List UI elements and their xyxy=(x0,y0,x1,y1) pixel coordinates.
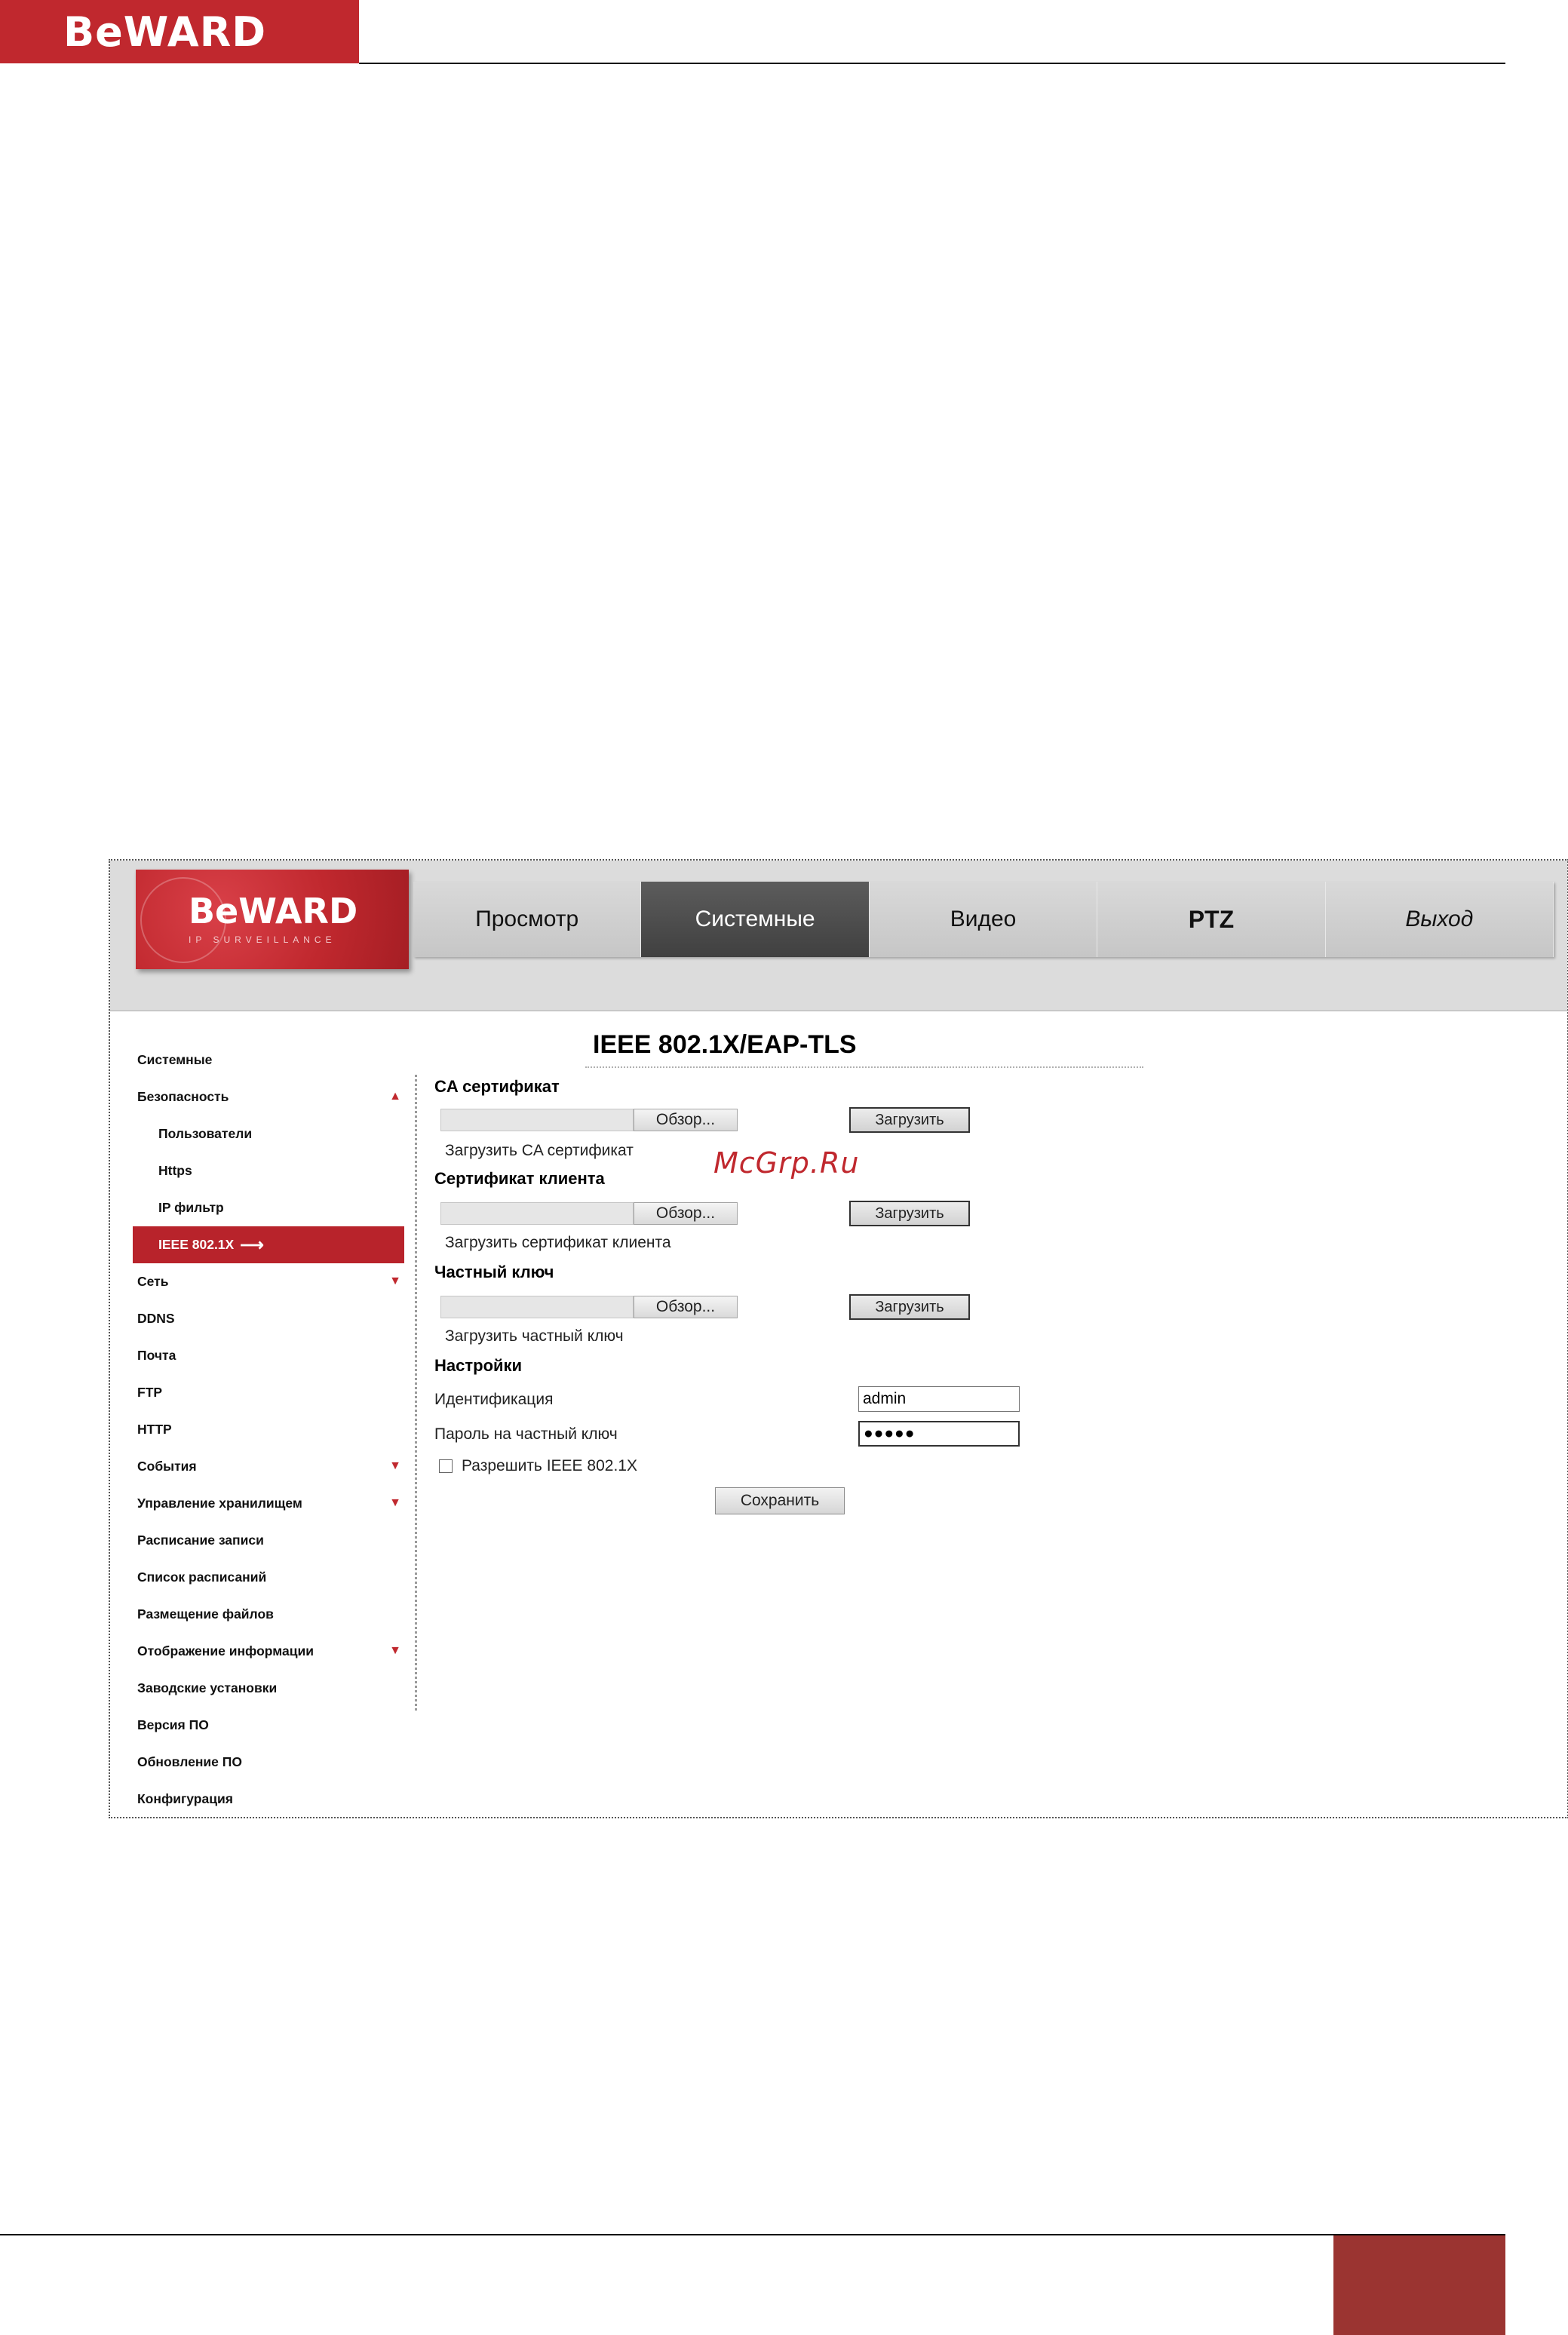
private-key-upload-button[interactable]: Загрузить xyxy=(849,1294,970,1320)
header-rule xyxy=(359,63,1505,64)
settings-label: Настройки xyxy=(434,1356,523,1375)
sidebar-item-ddns[interactable]: DDNS xyxy=(133,1300,404,1337)
footer-page-block xyxy=(1333,2235,1505,2335)
sidebar-item-label: HTTP xyxy=(137,1422,172,1437)
tab-video[interactable]: Видео xyxy=(869,882,1098,957)
sidebar-item-label: Управление хранилищем xyxy=(137,1496,302,1511)
sidebar-item-label: Https xyxy=(158,1163,192,1178)
top-bar: BeWARD IP SURVEILLANCE Просмотр Системны… xyxy=(110,861,1567,1011)
sidebar-item-label: FTP xyxy=(137,1385,163,1400)
password-label: Пароль на частный ключ xyxy=(434,1425,618,1443)
tab-ptz[interactable]: PTZ xyxy=(1097,882,1326,957)
sidebar-item-label: Список расписаний xyxy=(137,1569,267,1585)
sidebar-item-system[interactable]: Системные xyxy=(133,1042,404,1079)
sidebar-item-ftp[interactable]: FTP xyxy=(133,1374,404,1411)
tab-logout[interactable]: Выход xyxy=(1325,882,1554,957)
sidebar-item-label: DDNS xyxy=(137,1311,175,1326)
sidebar-item-label: Почта xyxy=(137,1348,176,1363)
chevron-down-icon: ▼ xyxy=(389,1644,401,1657)
sidebar-item-storage[interactable]: Управление хранилищем ▼ xyxy=(133,1485,404,1522)
password-input[interactable]: ●●●●● xyxy=(858,1421,1020,1447)
enable-ieee8021x-row[interactable]: Разрешить IEEE 802.1X xyxy=(439,1457,637,1475)
sidebar-item-label: Пользователи xyxy=(158,1126,253,1141)
sidebar-item-label: Системные xyxy=(137,1052,213,1067)
sidebar-item-label: Размещение файлов xyxy=(137,1606,274,1622)
sidebar-item-https[interactable]: Https xyxy=(133,1152,404,1189)
sidebar-item-label: События xyxy=(137,1459,197,1474)
chevron-down-icon: ▼ xyxy=(389,1496,401,1509)
sidebar-item-label: Конфигурация xyxy=(137,1791,233,1806)
sidebar-item-http[interactable]: HTTP xyxy=(133,1411,404,1448)
document-logo-text: BeWARD xyxy=(63,8,267,56)
sidebar-item-info-display[interactable]: Отображение информации ▼ xyxy=(133,1633,404,1670)
app-logo-subtitle: IP SURVEILLANCE xyxy=(189,934,336,945)
chevron-up-icon: ▲ xyxy=(389,1090,401,1103)
sidebar-item-schedule-list[interactable]: Список расписаний xyxy=(133,1559,404,1596)
sidebar-item-users[interactable]: Пользователи xyxy=(133,1115,404,1152)
ca-cert-label: CA сертификат xyxy=(434,1077,560,1096)
sidebar-item-label: Сеть xyxy=(137,1274,169,1289)
client-cert-hint: Загрузить сертификат клиента xyxy=(445,1234,671,1251)
document-logo: BeWARD xyxy=(0,0,359,63)
identity-label: Идентификация xyxy=(434,1391,554,1408)
private-key-hint: Загрузить частный ключ xyxy=(445,1327,624,1345)
sidebar-item-mail[interactable]: Почта xyxy=(133,1337,404,1374)
sidebar: Системные Безопасность ▲ Пользователи Htt… xyxy=(133,1042,404,1817)
sidebar-item-label: IP фильтр xyxy=(158,1200,224,1215)
top-navigation: Просмотр Системные Видео PTZ Выход xyxy=(413,882,1554,957)
arrow-right-icon: ⟶ xyxy=(240,1235,264,1254)
sidebar-item-security[interactable]: Безопасность ▲ xyxy=(133,1079,404,1115)
sidebar-item-label: Обновление ПО xyxy=(137,1754,242,1769)
sidebar-item-ieee8021x[interactable]: IEEE 802.1X ⟶ xyxy=(133,1226,404,1263)
identity-input[interactable]: admin xyxy=(858,1386,1020,1412)
sidebar-item-file-location[interactable]: Размещение файлов xyxy=(133,1596,404,1633)
chevron-down-icon: ▼ xyxy=(389,1275,401,1287)
enable-ieee8021x-checkbox[interactable] xyxy=(439,1459,453,1473)
camera-web-ui: BeWARD IP SURVEILLANCE Просмотр Системны… xyxy=(109,859,1568,1818)
tab-system[interactable]: Системные xyxy=(641,882,870,957)
sidebar-item-label: Версия ПО xyxy=(137,1717,209,1732)
sidebar-divider xyxy=(415,1075,417,1711)
watermark: McGrp.Ru xyxy=(713,1146,860,1180)
sidebar-item-ip-filter[interactable]: IP фильтр xyxy=(133,1189,404,1226)
sidebar-item-label: IEEE 802.1X xyxy=(158,1237,235,1252)
client-cert-browse-button[interactable]: Обзор... xyxy=(634,1202,738,1225)
page-title: IEEE 802.1X/EAP-TLS xyxy=(593,1030,857,1059)
sidebar-item-label: Заводские установки xyxy=(137,1680,278,1695)
sidebar-item-network[interactable]: Сеть ▼ xyxy=(133,1263,404,1300)
sidebar-item-label: Отображение информации xyxy=(137,1643,314,1658)
private-key-file-field[interactable] xyxy=(440,1296,634,1318)
sidebar-item-factory-defaults[interactable]: Заводские установки xyxy=(133,1670,404,1707)
sidebar-item-label: Расписание записи xyxy=(137,1533,264,1548)
ca-cert-hint: Загрузить CA сертификат xyxy=(445,1142,634,1159)
enable-ieee8021x-label: Разрешить IEEE 802.1X xyxy=(462,1457,637,1474)
app-logo-text: BeWARD xyxy=(189,891,358,931)
sidebar-item-events[interactable]: События ▼ xyxy=(133,1448,404,1485)
app-logo: BeWARD IP SURVEILLANCE xyxy=(136,870,409,969)
title-divider xyxy=(585,1066,1143,1068)
client-cert-label: Сертификат клиента xyxy=(434,1169,605,1188)
tab-view[interactable]: Просмотр xyxy=(413,882,642,957)
save-button[interactable]: Сохранить xyxy=(715,1487,845,1514)
sidebar-item-firmware-update[interactable]: Обновление ПО xyxy=(133,1744,404,1781)
ca-cert-file-field[interactable] xyxy=(440,1109,634,1131)
client-cert-upload-button[interactable]: Загрузить xyxy=(849,1201,970,1226)
sidebar-item-firmware-version[interactable]: Версия ПО xyxy=(133,1707,404,1744)
private-key-browse-button[interactable]: Обзор... xyxy=(634,1296,738,1318)
client-cert-file-field[interactable] xyxy=(440,1202,634,1225)
sidebar-item-configuration[interactable]: Конфигурация xyxy=(133,1781,404,1817)
private-key-label: Частный ключ xyxy=(434,1263,554,1281)
ca-cert-upload-button[interactable]: Загрузить xyxy=(849,1107,970,1133)
footer-rule xyxy=(0,2234,1505,2235)
sidebar-item-record-schedule[interactable]: Расписание записи xyxy=(133,1522,404,1559)
sidebar-item-label: Безопасность xyxy=(137,1089,229,1104)
chevron-down-icon: ▼ xyxy=(389,1459,401,1472)
ca-cert-browse-button[interactable]: Обзор... xyxy=(634,1109,738,1131)
